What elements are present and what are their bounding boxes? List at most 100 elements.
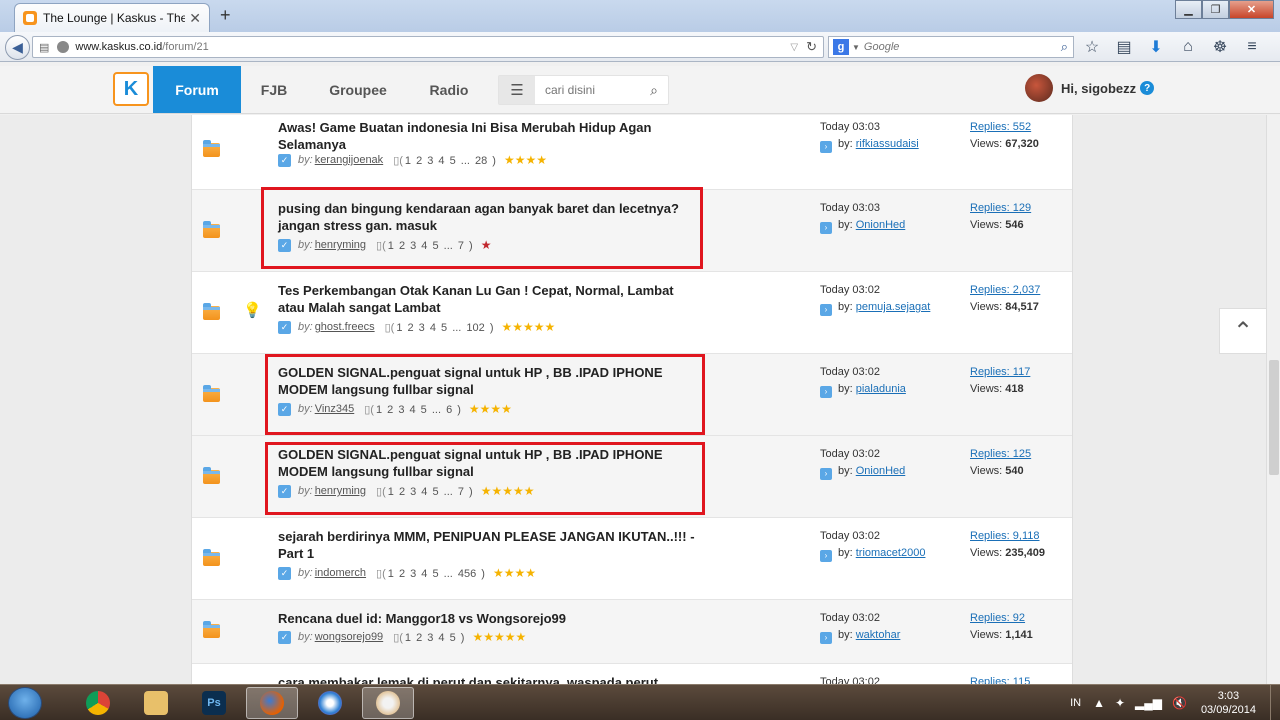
page-numbers[interactable]: 1 2 3 4 5 ... 28 ) (405, 155, 496, 167)
thread-author[interactable]: kerangijoenak (315, 154, 384, 166)
taskbar-explorer[interactable] (130, 687, 182, 719)
maximize-button[interactable]: ❐ (1202, 0, 1229, 19)
page-links[interactable]: ▯(1 2 3 4 5 ... 7 ) (376, 239, 473, 252)
last-poster-link[interactable]: pialadunia (856, 383, 906, 395)
thread-author[interactable]: indomerch (315, 567, 366, 579)
taskbar-app-5[interactable] (304, 687, 356, 719)
last-poster-link[interactable]: OnionHed (856, 219, 906, 231)
replies-link[interactable]: Replies: 129 (970, 200, 1031, 217)
list-icon[interactable]: ☰ (499, 76, 535, 104)
scroll-to-top-button[interactable]: ⌃ (1219, 308, 1267, 354)
tray-expand-icon[interactable]: ▲ (1093, 696, 1105, 710)
google-icon[interactable]: g (833, 39, 849, 55)
browser-search-input[interactable] (863, 41, 1061, 53)
checkbox-icon[interactable]: ✓ (278, 402, 291, 416)
checkbox-icon[interactable]: ✓ (278, 320, 291, 334)
checkbox-icon[interactable]: ✓ (278, 566, 291, 580)
replies-link[interactable]: Replies: 125 (970, 446, 1031, 463)
last-poster-link[interactable]: OnionHed (856, 465, 906, 477)
home-icon[interactable]: ⌂ (1178, 37, 1198, 57)
page-links[interactable]: ▯(1 2 3 4 5 ... 456 ) (376, 567, 485, 580)
page-scrollbar[interactable] (1266, 115, 1280, 684)
last-poster-link[interactable]: waktohar (856, 629, 901, 641)
page-numbers[interactable]: 1 2 3 4 5 ... 7 ) (388, 486, 473, 498)
replies-link[interactable]: Replies: 552 (970, 119, 1039, 136)
new-tab-button[interactable]: + (220, 5, 231, 26)
kaskus-search-input[interactable] (535, 83, 651, 97)
page-numbers[interactable]: 1 2 3 4 5 ) (405, 632, 465, 644)
thread-title[interactable]: GOLDEN SIGNAL.penguat signal untuk HP , … (278, 364, 698, 398)
replies-link[interactable]: Replies: 115 (970, 674, 1030, 684)
address-bar[interactable]: ▤ www.kaskus.co.id/forum/21 ▽ ↻ (32, 36, 824, 58)
thread-title[interactable]: Awas! Game Buatan indonesia Ini Bisa Mer… (278, 119, 698, 153)
thread-title[interactable]: sejarah berdirinya MMM, PENIPUAN PLEASE … (278, 528, 698, 562)
go-to-post-icon[interactable]: › (820, 221, 832, 234)
nav-groupee[interactable]: Groupee (307, 66, 409, 113)
tab-close-icon[interactable]: ✕ (189, 10, 201, 27)
thread-author[interactable]: ghost.freecs (315, 321, 375, 333)
page-links[interactable]: ▯(1 2 3 4 5 ... 28 ) (393, 154, 496, 167)
volume-muted-icon[interactable]: 🔇 (1172, 696, 1187, 710)
page-links[interactable]: ▯(1 2 3 4 5 ... 7 ) (376, 485, 473, 498)
kaskus-search-box[interactable]: ☰ ⌕ (498, 75, 669, 105)
nav-forum[interactable]: Forum (153, 66, 241, 113)
page-numbers[interactable]: 1 2 3 4 5 ... 6 ) (376, 404, 461, 416)
url-text[interactable]: www.kaskus.co.id/forum/21 (75, 41, 790, 53)
nav-fjb[interactable]: FJB (241, 66, 307, 113)
thread-title[interactable]: pusing dan bingung kendaraan agan banyak… (278, 200, 698, 234)
thread-title[interactable]: cara membakar lemak di perut dan sekitar… (278, 674, 778, 684)
page-links[interactable]: ▯(1 2 3 4 5 ... 6 ) (364, 403, 461, 416)
last-poster-link[interactable]: triomacet2000 (856, 547, 926, 559)
checkbox-icon[interactable]: ✓ (278, 238, 291, 252)
kaskus-logo[interactable]: K (113, 72, 149, 106)
thread-author[interactable]: henryming (315, 485, 366, 497)
last-poster-link[interactable]: rifkiassudaisi (856, 138, 919, 150)
page-numbers[interactable]: 1 2 3 4 5 ... 7 ) (388, 240, 473, 252)
user-menu[interactable]: Hi, sigobezz ? (1025, 74, 1155, 102)
tray-app-icon[interactable]: ✦ (1115, 696, 1125, 710)
back-button[interactable]: ◀ (5, 35, 30, 60)
browser-search-bar[interactable]: g ▼ ⌕ (828, 36, 1074, 58)
page-numbers[interactable]: 1 2 3 4 5 ... 102 ) (396, 322, 493, 334)
taskbar-photoshop[interactable]: Ps (188, 687, 240, 719)
addon-icon[interactable]: ☸ (1210, 37, 1230, 57)
menu-icon[interactable]: ≡ (1242, 37, 1262, 57)
page-links[interactable]: ▯(1 2 3 4 5 ... 102 ) (385, 321, 494, 334)
go-to-post-icon[interactable]: › (820, 303, 832, 316)
go-to-post-icon[interactable]: › (820, 467, 832, 480)
search-icon[interactable]: ⌕ (650, 82, 658, 99)
taskbar-paint[interactable] (362, 687, 414, 719)
page-numbers[interactable]: 1 2 3 4 5 ... 456 ) (388, 568, 485, 580)
signal-icon[interactable]: ▂▄▆ (1135, 696, 1162, 710)
scrollbar-thumb[interactable] (1269, 360, 1279, 475)
clock[interactable]: 3:03 03/09/2014 (1201, 689, 1256, 717)
replies-link[interactable]: Replies: 2,037 (970, 282, 1040, 299)
taskbar-chrome[interactable] (72, 687, 124, 719)
go-to-post-icon[interactable]: › (820, 549, 832, 562)
language-indicator[interactable]: IN (1070, 697, 1081, 709)
thread-author[interactable]: Vinz345 (315, 403, 355, 415)
history-icon[interactable]: ▤ (39, 41, 49, 54)
go-to-post-icon[interactable]: › (820, 631, 832, 644)
thread-title[interactable]: Rencana duel id: Manggor18 vs Wongsorejo… (278, 610, 778, 627)
thread-author[interactable]: henryming (315, 239, 366, 251)
checkbox-icon[interactable]: ✓ (278, 484, 291, 498)
replies-link[interactable]: Replies: 9,118 (970, 528, 1045, 545)
search-icon[interactable]: ⌕ (1061, 39, 1068, 55)
close-window-button[interactable]: ✕ (1229, 0, 1274, 19)
replies-link[interactable]: Replies: 92 (970, 610, 1033, 627)
minimize-button[interactable]: ▁ (1175, 0, 1202, 19)
user-greeting[interactable]: Hi, sigobezz (1061, 81, 1136, 96)
bookmark-star-icon[interactable]: ☆ (1082, 37, 1102, 57)
replies-link[interactable]: Replies: 117 (970, 364, 1030, 381)
start-button[interactable] (8, 687, 42, 719)
show-desktop-button[interactable] (1270, 685, 1280, 720)
last-poster-link[interactable]: pemuja.sejagat (856, 301, 931, 313)
checkbox-icon[interactable]: ✓ (278, 153, 291, 167)
browser-tab[interactable]: The Lounge | Kaskus - The ... ✕ (14, 3, 210, 32)
taskbar-firefox[interactable] (246, 687, 298, 719)
thread-title[interactable]: Tes Perkembangan Otak Kanan Lu Gan ! Cep… (278, 282, 698, 316)
reload-icon[interactable]: ↻ (806, 39, 817, 55)
checkbox-icon[interactable]: ✓ (278, 630, 291, 644)
go-to-post-icon[interactable]: › (820, 140, 832, 153)
